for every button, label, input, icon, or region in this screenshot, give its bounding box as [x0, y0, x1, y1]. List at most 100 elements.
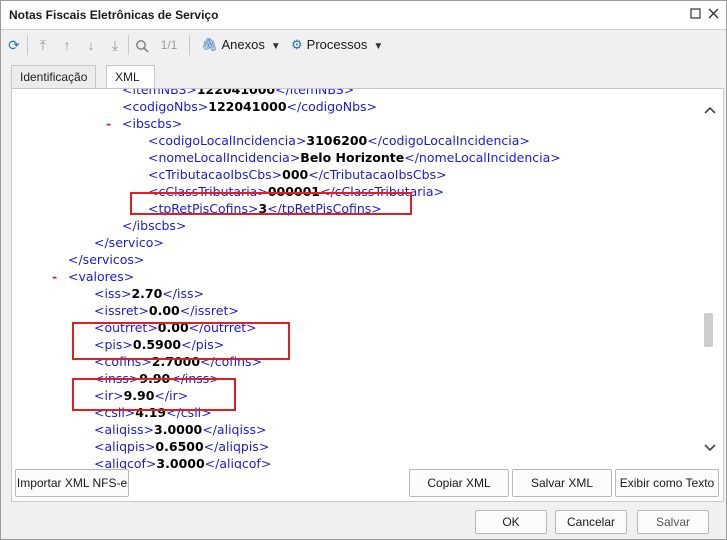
xml-tag: <ir>	[94, 388, 124, 403]
xml-value: 2.7000	[151, 354, 201, 369]
xml-tag: <issret>	[94, 303, 149, 318]
collapse-toggle[interactable]: -	[52, 268, 57, 285]
toolbar: ⟳ ⤒ ↑ ↓ ⤓ 1/1 🖇 Anexos ▼ ⚙ Processos ▼	[1, 30, 726, 60]
cancel-button[interactable]: Cancelar	[555, 510, 627, 534]
xml-tag: </codigoLocalIncidencia>	[367, 133, 530, 148]
xml-tag: <aliqpis>	[94, 439, 156, 454]
xml-line: <ir>9.90</ir>	[94, 387, 188, 404]
xml-value: 9.90	[123, 388, 155, 403]
xml-line: <itemNBS>122041000</itemNBS>	[122, 89, 354, 98]
xml-tag: <cTributacaoIbsCbs>	[148, 167, 283, 182]
xml-tag: <tpRetPisCofins>	[148, 201, 259, 216]
xml-line: </servicos>	[68, 251, 144, 268]
close-button[interactable]	[705, 7, 721, 23]
last-record-button[interactable]: ⤓	[107, 35, 123, 55]
xml-line: </servico>	[94, 234, 164, 251]
last-arrow-icon: ⤓	[111, 37, 119, 53]
tab-xml-nfse[interactable]: XML NFSe	[106, 65, 155, 106]
xml-tag: <valores>	[68, 269, 135, 284]
xml-value: 3.0000	[156, 456, 205, 469]
xml-line: <iss>2.70</iss>	[94, 285, 204, 302]
show-as-text-button[interactable]: Exibir como Texto	[615, 469, 719, 497]
save-button[interactable]: Salvar	[637, 510, 709, 534]
tab-identificacao[interactable]: Identificação	[11, 65, 97, 88]
xml-viewer[interactable]: <itemNBS>122041000</itemNBS> <codigoNbs>1…	[14, 89, 698, 469]
xml-line: <inss>9.90</inss>	[94, 370, 220, 387]
gear-icon: ⚙	[291, 37, 303, 52]
xml-tag: <csll>	[94, 405, 136, 420]
xml-line: <nomeLocalIncidencia>Belo Horizonte</nom…	[148, 149, 561, 166]
xml-tag: </cClassTributaria>	[320, 184, 445, 199]
copy-xml-button[interactable]: Copiar XML	[409, 469, 509, 497]
xml-tag: </ibscbs>	[122, 218, 187, 233]
xml-tag: <nomeLocalIncidencia>	[148, 150, 301, 165]
xml-tag: </cTributacaoIbsCbs>	[308, 167, 447, 182]
maximize-button[interactable]	[687, 7, 703, 23]
search-button[interactable]	[134, 35, 150, 55]
window-title: Notas Fiscais Eletrônicas de Serviço	[9, 8, 219, 22]
xml-value: 0.5900	[132, 337, 182, 352]
xml-tag: <codigoNbs>	[122, 99, 209, 114]
xml-tag: <itemNBS>	[122, 89, 197, 97]
xml-value: 000001	[267, 184, 320, 199]
dialog-window: Notas Fiscais Eletrônicas de Serviço ⟳ ⤒…	[0, 0, 727, 540]
refresh-button[interactable]: ⟳	[5, 35, 23, 55]
xml-tag: </tpRetPisCofins>	[267, 201, 382, 216]
title-bar: Notas Fiscais Eletrônicas de Serviço	[1, 1, 726, 30]
xml-line: <issret>0.00</issret>	[94, 302, 239, 319]
vertical-scrollbar[interactable]	[699, 89, 721, 469]
scroll-down-icon[interactable]	[704, 441, 716, 455]
xml-line: <valores>	[68, 268, 134, 285]
xml-tag: <ibscbs>	[122, 116, 183, 131]
xml-line: <aliqiss>3.0000</aliqiss>	[94, 421, 266, 438]
collapse-toggle[interactable]: -	[106, 115, 111, 132]
caret-down-icon: ▼	[270, 41, 281, 52]
xml-tag: </aliqpis>	[203, 439, 270, 454]
xml-value: 3	[258, 201, 268, 216]
first-record-button[interactable]: ⤒	[35, 35, 51, 55]
xml-tag: <inss>	[94, 371, 140, 386]
xml-line: <aliqpis>0.6500</aliqpis>	[94, 438, 269, 455]
ok-button[interactable]: OK	[475, 510, 547, 534]
xml-line: <pis>0.5900</pis>	[94, 336, 224, 353]
xml-tag: </servicos>	[68, 252, 145, 267]
search-icon	[136, 40, 149, 53]
xml-tag: <cofins>	[94, 354, 152, 369]
xml-tag: </codigoNbs>	[286, 99, 378, 114]
import-xml-button[interactable]: Importar XML NFS-e	[15, 469, 129, 497]
xml-line: <cofins>2.7000</cofins>	[94, 353, 262, 370]
attachments-label: Anexos	[221, 37, 265, 52]
xml-tag: <iss>	[94, 286, 132, 301]
xml-tag: </ir>	[154, 388, 189, 403]
maximize-icon	[689, 8, 701, 19]
scrollbar-thumb[interactable]	[704, 313, 713, 347]
xml-tag: </itemNBS>	[275, 89, 355, 97]
processes-label: Processos	[306, 37, 368, 52]
xml-tag: <cClassTributaria>	[148, 184, 268, 199]
xml-value: Belo Horizonte	[300, 150, 405, 165]
xml-value: 0.6500	[155, 439, 204, 454]
xml-line: <cTributacaoIbsCbs>000</cTributacaoIbsCb…	[148, 166, 447, 183]
xml-tag: </iss>	[162, 286, 204, 301]
paperclip-icon: 🖇	[201, 37, 218, 52]
up-arrow-icon: ↑	[63, 37, 71, 53]
xml-value: 9.90	[139, 371, 171, 386]
page-indicator: 1/1	[160, 38, 178, 52]
down-arrow-icon: ↓	[87, 37, 95, 53]
scroll-up-icon[interactable]	[704, 103, 716, 117]
xml-line: <codigoLocalIncidencia>3106200</codigoLo…	[148, 132, 530, 149]
xml-value: 4.19	[135, 405, 167, 420]
toolbar-divider	[27, 35, 28, 55]
xml-value: 0.00	[157, 320, 189, 335]
save-xml-button[interactable]: Salvar XML	[512, 469, 612, 497]
xml-tag: </nomeLocalIncidencia>	[404, 150, 561, 165]
attachments-menu[interactable]: 🖇 Anexos ▼	[201, 35, 281, 55]
xml-tag: </inss>	[170, 371, 220, 386]
processes-menu[interactable]: ⚙ Processos ▼	[291, 35, 383, 55]
previous-record-button[interactable]: ↑	[59, 35, 75, 55]
xml-tag: </servico>	[94, 235, 164, 250]
toolbar-divider	[128, 35, 129, 55]
caret-down-icon: ▼	[373, 41, 384, 52]
next-record-button[interactable]: ↓	[83, 35, 99, 55]
first-arrow-icon: ⤒	[39, 37, 47, 53]
